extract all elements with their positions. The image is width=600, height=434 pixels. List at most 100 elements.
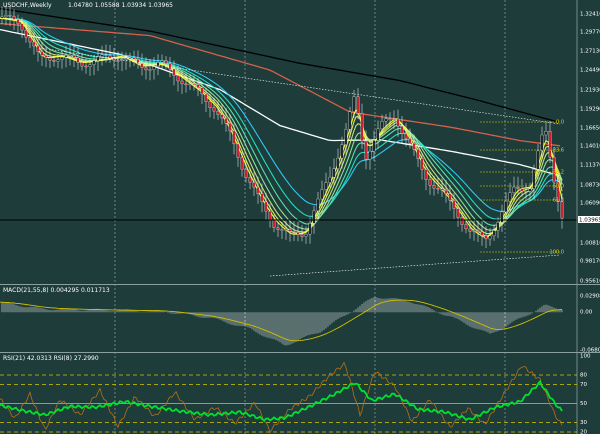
- candle-body: [480, 231, 484, 236]
- price-axis-label: 1.06090: [580, 201, 600, 207]
- candle-body: [312, 210, 316, 224]
- candle-body: [124, 58, 128, 60]
- candle-body: [28, 37, 32, 43]
- candle-body: [340, 144, 344, 159]
- candle-body: [384, 118, 388, 122]
- candle-body: [192, 83, 196, 86]
- candle-body: [20, 23, 24, 31]
- candle-body: [420, 158, 424, 170]
- rsi-axis-label: 70: [580, 382, 587, 388]
- candle-body: [412, 142, 416, 150]
- candle-body: [348, 111, 352, 130]
- candle-body: [76, 57, 80, 63]
- candle-body: [352, 96, 356, 112]
- price-axis-label: 1.21930: [580, 88, 600, 94]
- candle-body: [32, 41, 36, 47]
- candle-body: [196, 84, 200, 88]
- candle-body: [252, 182, 256, 188]
- macd-title: MACD(21,55,8) 0.004295 0.011713: [3, 287, 110, 294]
- candle-body: [128, 57, 132, 59]
- candle-body: [152, 66, 156, 70]
- rsi-axis-label: 100: [580, 354, 591, 360]
- candle-body: [328, 176, 332, 183]
- candle-body: [484, 235, 488, 240]
- rsi-axis-label: 50: [580, 401, 587, 407]
- candle-body: [56, 59, 60, 62]
- candle-body: [220, 114, 224, 119]
- candle-body: [336, 157, 340, 169]
- price-axis-label: 1.08730: [580, 183, 600, 189]
- fib-label: 50.0: [553, 184, 564, 190]
- candle-body: [500, 211, 504, 223]
- candle-body: [236, 143, 240, 158]
- candle-body: [232, 130, 236, 145]
- candle-body: [80, 62, 84, 67]
- candle-body: [260, 193, 264, 203]
- candle-body: [216, 110, 220, 115]
- candle-body: [292, 231, 296, 233]
- candle-body: [172, 68, 176, 76]
- candle-body: [52, 60, 56, 62]
- candle-body: [436, 187, 440, 190]
- price-axis-label: 1.19290: [580, 107, 600, 113]
- candle-body: [248, 177, 252, 183]
- candle-body: [448, 193, 452, 201]
- macd-axis-label: 0.02908: [580, 294, 600, 300]
- candle-body: [204, 93, 208, 102]
- fib-label: 23.6: [553, 148, 564, 154]
- candle-body: [4, 15, 8, 18]
- candle-body: [108, 55, 112, 59]
- candle-body: [112, 57, 116, 61]
- fib-label: 100.0: [550, 250, 564, 256]
- rsi-axis-label: 80: [580, 373, 587, 379]
- price-axis-label: 0.95610: [580, 279, 600, 285]
- candle-body: [200, 87, 204, 95]
- candle-body: [136, 59, 140, 64]
- candle-body: [488, 235, 492, 240]
- candle-body: [316, 198, 320, 212]
- candle-body: [68, 54, 72, 57]
- candle-body: [256, 186, 260, 194]
- candle-body: [228, 122, 232, 132]
- candle-body: [496, 222, 500, 231]
- candle-body: [504, 200, 508, 213]
- candle-body: [240, 157, 244, 170]
- candle-body: [472, 230, 476, 232]
- rsi-axis-label: 30: [580, 420, 587, 426]
- candle-body: [212, 107, 216, 112]
- candle-body: [0, 16, 4, 19]
- price-axis-label: 1.11370: [580, 163, 600, 169]
- price-axis-label: 1.24490: [580, 68, 600, 74]
- candle-body: [164, 60, 168, 64]
- candle-body: [404, 133, 408, 139]
- candle-body: [284, 229, 288, 231]
- candle-body: [320, 189, 324, 200]
- candle-body: [380, 121, 384, 130]
- candle-body: [392, 118, 396, 120]
- price-axis-label: 1.00810: [580, 241, 600, 247]
- candle-body: [408, 138, 412, 144]
- candle-body: [280, 229, 284, 231]
- candle-body: [288, 229, 292, 232]
- candle-body: [332, 168, 336, 178]
- price-axis-label: 1.14010: [580, 144, 600, 150]
- candle-body: [440, 188, 444, 191]
- fib-label: 61.8: [553, 198, 564, 204]
- candle-body: [476, 230, 480, 232]
- candle-body: [180, 80, 184, 85]
- candle-body: [544, 131, 548, 136]
- candle-body: [148, 69, 152, 71]
- candle-body: [188, 83, 192, 86]
- candle-body: [456, 208, 460, 218]
- candle-body: [528, 188, 532, 192]
- candle-body: [36, 45, 40, 52]
- price-axis-label-current: 1.03965: [579, 218, 600, 224]
- candle-body: [400, 126, 404, 134]
- chart-canvas[interactable]: 0.0 23.6 38.2 50.0 61.8 100.0 USDCHF,Weekly 1…: [0, 0, 600, 434]
- candle-body: [224, 117, 228, 124]
- candle-body: [368, 150, 372, 160]
- candle-body: [168, 63, 172, 70]
- candle-body: [388, 118, 392, 120]
- candle-body: [516, 186, 520, 189]
- candle-body: [92, 60, 96, 65]
